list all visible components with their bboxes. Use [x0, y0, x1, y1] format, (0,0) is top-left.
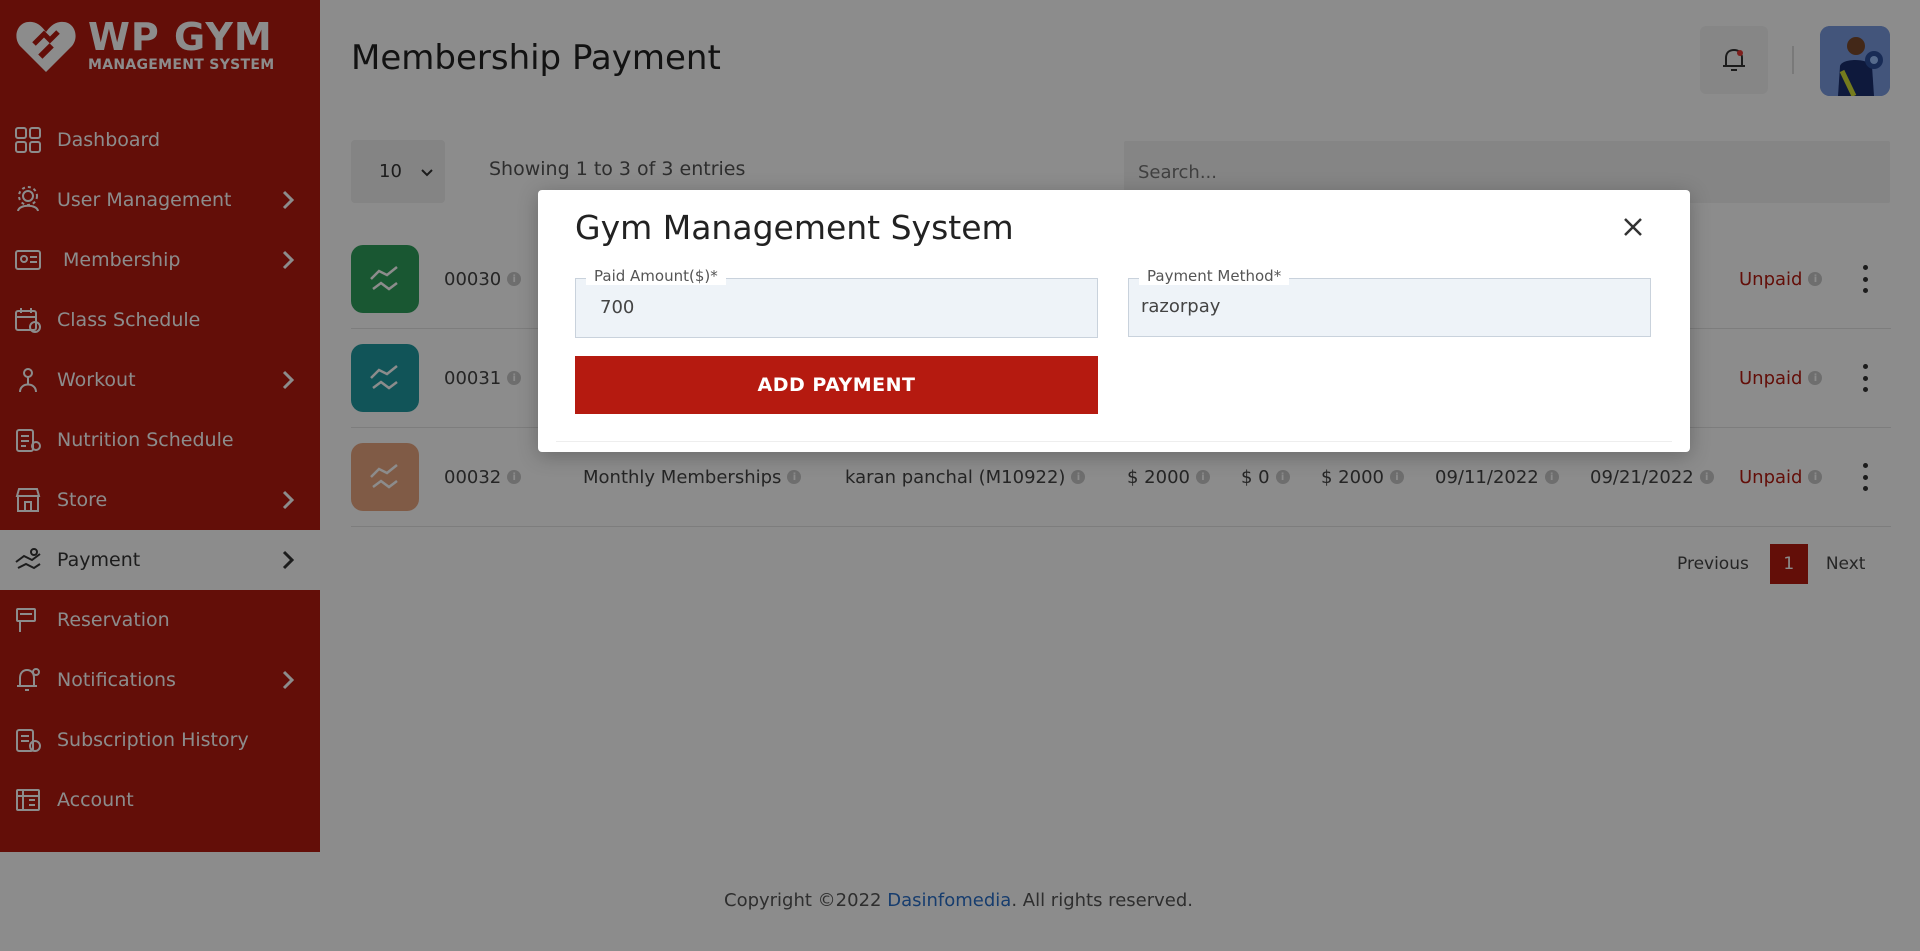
modal-backdrop[interactable]: [0, 0, 1920, 951]
close-icon[interactable]: [1622, 216, 1644, 238]
paid-amount-field[interactable]: Paid Amount($)* 700: [575, 267, 1098, 338]
paid-amount-value: 700: [600, 297, 635, 318]
payment-method-value: razorpay: [1141, 296, 1221, 317]
modal-title: Gym Management System: [575, 208, 1014, 247]
add-payment-button[interactable]: ADD PAYMENT: [575, 356, 1098, 414]
paid-amount-label: Paid Amount($)*: [586, 267, 726, 285]
payment-method-label: Payment Method*: [1139, 267, 1290, 285]
add-payment-modal: Gym Management System Paid Amount($)* 70…: [538, 190, 1690, 452]
modal-divider: [556, 441, 1672, 442]
payment-method-field[interactable]: Payment Method* razorpay: [1128, 267, 1651, 337]
